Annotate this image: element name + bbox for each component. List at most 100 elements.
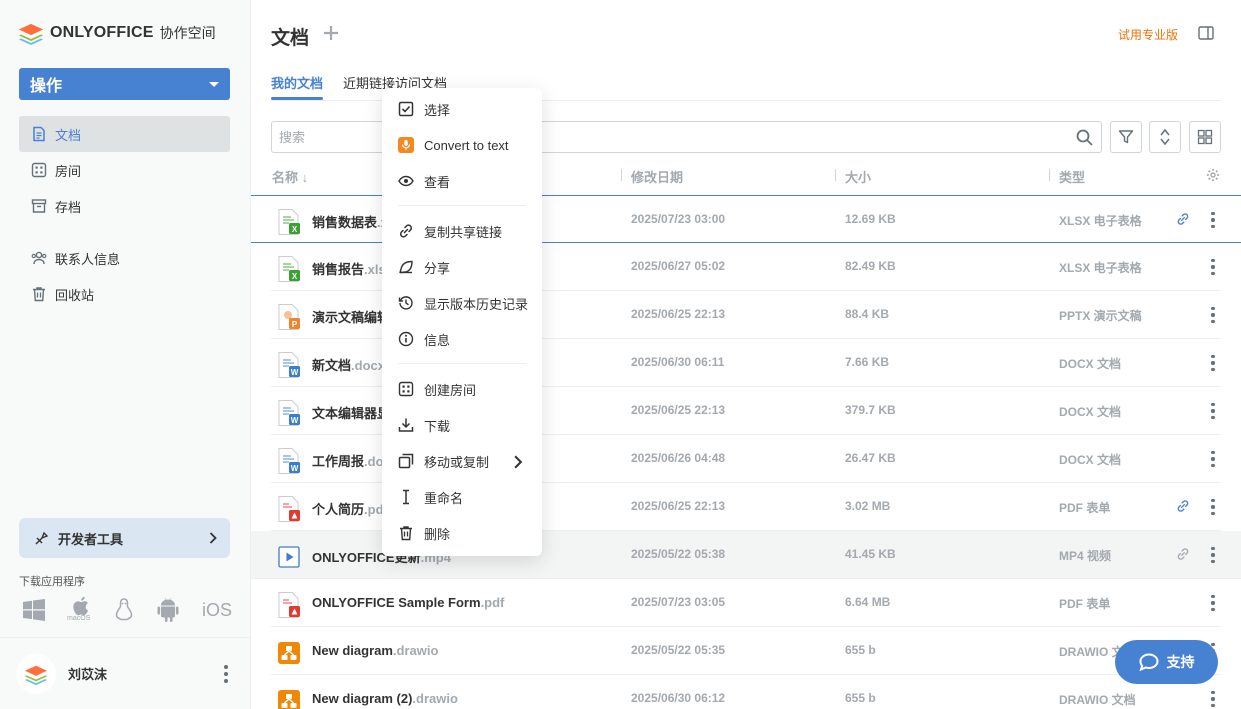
file-name[interactable]: New diagram.drawio	[312, 643, 438, 658]
row-menu-button[interactable]	[1205, 449, 1221, 469]
sidebar-item-documents[interactable]: 文档	[19, 116, 230, 152]
file-modified-date: 2025/05/22 05:38	[631, 547, 726, 561]
file-size: 82.49 KB	[845, 259, 896, 273]
contacts-icon	[31, 251, 47, 265]
menu-item-copy-share-link[interactable]: 复制共享链接	[382, 213, 542, 249]
svg-text:P: P	[292, 320, 298, 329]
sidebar-item-label: 存档	[55, 199, 82, 215]
shared-link-icon[interactable]	[1176, 499, 1190, 513]
sidebar-item-rooms[interactable]: 房间	[19, 152, 230, 188]
file-size: 41.45 KB	[845, 547, 896, 561]
ios-label[interactable]: iOS	[202, 596, 247, 624]
windows-icon[interactable]	[22, 596, 67, 624]
view-toggle-button[interactable]	[1189, 121, 1221, 153]
file-modified-date: 2025/06/30 06:11	[631, 355, 725, 369]
file-size: 655 b	[845, 691, 876, 705]
file-modified-date: 2025/06/27 05:02	[631, 259, 726, 273]
column-divider[interactable]	[1049, 169, 1050, 181]
file-name[interactable]: New diagram (2).drawio	[312, 691, 458, 706]
menu-item-rename[interactable]: 重命名	[382, 479, 542, 515]
brand-subtitle: 协作空间	[159, 25, 216, 41]
file-modified-date: 2025/06/25 22:13	[631, 499, 726, 513]
row-menu-button[interactable]	[1205, 545, 1221, 565]
file-name[interactable]: 个人简历.pdf	[312, 499, 388, 518]
menu-item-share[interactable]: 分享	[382, 249, 542, 285]
menu-item-create-room[interactable]: 创建房间	[382, 371, 542, 407]
row-menu-button[interactable]	[1205, 593, 1221, 613]
row-menu-button[interactable]	[1205, 257, 1221, 277]
file-modified-date: 2025/06/25 22:13	[631, 403, 726, 417]
row-menu-button[interactable]	[1205, 210, 1221, 230]
file-modified-date: 2025/05/22 05:35	[631, 643, 726, 657]
filter-button[interactable]	[1110, 121, 1142, 153]
file-size: 7.66 KB	[845, 355, 890, 369]
file-size: 6.64 MB	[845, 595, 891, 609]
copy-icon	[398, 453, 414, 469]
menu-item-version-history[interactable]: 显示版本历史记录	[382, 285, 542, 321]
menu-item-view[interactable]: 查看	[382, 163, 542, 199]
gear-icon[interactable]	[1206, 168, 1220, 182]
support-chat-button[interactable]: 支持	[1115, 640, 1218, 684]
history-icon	[398, 296, 413, 310]
shared-link-icon[interactable]	[1176, 212, 1190, 226]
file-name[interactable]: 销售报告.xlsx	[312, 259, 393, 278]
table-row[interactable]: New diagram.drawio 2025/05/22 05:35 655 bD…	[271, 627, 1221, 675]
menu-item-info[interactable]: 信息	[382, 321, 542, 357]
column-size[interactable]: 大小	[845, 167, 871, 186]
column-type[interactable]: 类型	[1059, 167, 1085, 186]
info-panel-toggle-icon[interactable]	[1198, 26, 1214, 40]
sidebar-item-archive[interactable]: 存档	[19, 188, 230, 224]
logo[interactable]: ONLYOFFICE 协作空间	[18, 20, 216, 46]
actions-button[interactable]: 操作	[19, 68, 230, 100]
drawio-file-icon	[277, 639, 301, 667]
row-menu-button[interactable]	[1205, 305, 1221, 325]
sort-button[interactable]	[1149, 121, 1181, 153]
sidebar-item-trash[interactable]: 回收站	[19, 276, 230, 312]
try-pro-link[interactable]: 试用专业版	[1118, 26, 1178, 43]
row-menu-button[interactable]	[1205, 401, 1221, 421]
onlyoffice-avatar-icon	[24, 665, 48, 685]
avatar[interactable]	[16, 653, 56, 694]
plus-icon[interactable]	[323, 25, 339, 41]
column-divider[interactable]	[621, 169, 622, 181]
file-size: 3.02 MB	[845, 499, 891, 513]
developer-tools-button[interactable]: 开发者工具	[19, 518, 230, 558]
download-apps-list: macOS iOS	[22, 596, 247, 624]
download-icon	[398, 418, 414, 432]
chat-bubble-icon	[1138, 653, 1159, 671]
user-menu-button[interactable]	[218, 664, 234, 684]
archive-icon	[31, 199, 47, 213]
android-icon[interactable]	[157, 596, 202, 624]
actions-button-label: 操作	[30, 78, 63, 95]
user-profile-bar[interactable]: 刘苡沫	[0, 637, 250, 709]
macos-icon[interactable]: macOS	[67, 596, 112, 624]
linux-icon[interactable]	[112, 596, 157, 624]
column-name[interactable]: 名称 ↓	[272, 167, 308, 186]
search-icon[interactable]	[1076, 129, 1093, 146]
info-icon	[398, 331, 414, 347]
table-row[interactable]: New diagram (2).drawio 2025/06/30 06:12 65…	[271, 675, 1221, 709]
menu-item-delete[interactable]: 删除	[382, 515, 542, 551]
row-menu-button[interactable]	[1205, 497, 1221, 517]
table-row[interactable]: ONLYOFFICE Sample Form.pdf 2025/07/23 03:…	[271, 579, 1221, 627]
svg-text:W: W	[291, 416, 299, 425]
file-name[interactable]: ONLYOFFICE Sample Form.pdf	[312, 595, 504, 610]
menu-item-move-or-copy[interactable]: 移动或复制	[382, 443, 542, 479]
onlyoffice-logo-icon	[19, 24, 43, 45]
column-divider[interactable]	[835, 169, 836, 181]
context-menu: 选择 Convert to text 查看 复制共享链接 分享 显示版本历史记录…	[382, 88, 542, 556]
sidebar-item-label: 房间	[55, 163, 82, 179]
row-menu-button[interactable]	[1205, 353, 1221, 373]
svg-text:W: W	[291, 368, 299, 377]
menu-item-convert-to-text[interactable]: Convert to text	[382, 127, 542, 163]
file-name[interactable]: 新文档.docx	[312, 355, 385, 374]
developer-tools-label: 开发者工具	[58, 531, 124, 547]
column-modified[interactable]: 修改日期	[631, 167, 683, 186]
tab-my-documents[interactable]: 我的文档	[271, 73, 324, 100]
sidebar-item-contacts[interactable]: 联系人信息	[19, 240, 230, 276]
menu-item-download[interactable]: 下载	[382, 407, 542, 443]
file-modified-date: 2025/06/25 22:13	[631, 307, 726, 321]
row-menu-button[interactable]	[1205, 689, 1221, 709]
menu-item-select[interactable]: 选择	[382, 91, 542, 127]
shared-link-icon[interactable]	[1176, 547, 1190, 561]
